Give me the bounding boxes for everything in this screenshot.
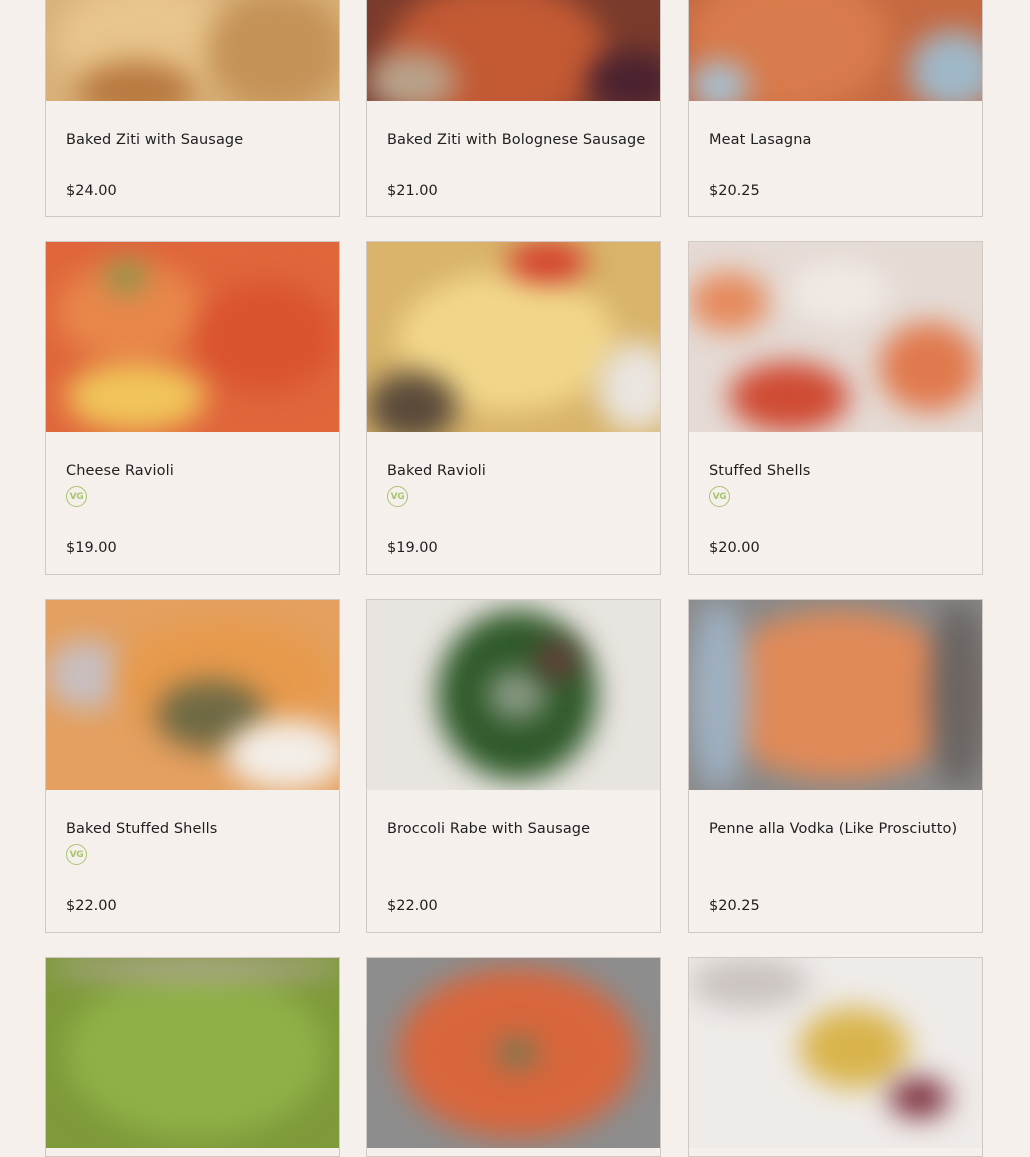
- item-name: Baked Ziti with Bolognese Sausage: [387, 132, 646, 148]
- menu-item-card[interactable]: Baked Stuffed Shells VG $22.00: [45, 599, 340, 933]
- item-price: $22.00: [387, 898, 438, 914]
- cheese-ravioli-photo: [46, 242, 339, 432]
- item-name: Penne alla Vodka (Like Prosciutto): [709, 821, 958, 837]
- lasagna-photo: [689, 0, 982, 101]
- baked-stuffed-shells-photo: [46, 600, 339, 790]
- item-name: Broccoli Rabe with Sausage: [387, 821, 591, 837]
- vegetarian-badge-icon: VG: [66, 844, 87, 865]
- baked-ziti-photo: [46, 0, 339, 101]
- item-price: $20.25: [709, 183, 760, 199]
- menu-item-card[interactable]: Cheese Ravioli VG $19.00: [45, 241, 340, 575]
- pesto-pasta-photo: [46, 958, 339, 1148]
- item-name: Cheese Ravioli: [66, 463, 174, 479]
- item-name: Stuffed Shells: [709, 463, 811, 479]
- stuffed-shells-photo: [689, 242, 982, 432]
- item-name: Baked Ziti with Sausage: [66, 132, 244, 148]
- menu-item-card[interactable]: Meat Lasagna $20.25: [688, 0, 983, 217]
- menu-item-card[interactable]: Broccoli Rabe with Sausage $22.00: [366, 599, 661, 933]
- menu-item-card[interactable]: [688, 957, 983, 1157]
- vegetarian-badge-icon: VG: [66, 486, 87, 507]
- item-name: Baked Ravioli: [387, 463, 486, 479]
- item-name: Baked Stuffed Shells: [66, 821, 218, 837]
- item-price: $19.00: [387, 540, 438, 556]
- menu-item-card[interactable]: Baked Ziti with Bolognese Sausage $21.00: [366, 0, 661, 217]
- red-pasta-photo: [367, 958, 660, 1148]
- item-price: $24.00: [66, 183, 117, 199]
- item-price: $20.00: [709, 540, 760, 556]
- item-price: $22.00: [66, 898, 117, 914]
- bolognese-ziti-photo: [367, 0, 660, 101]
- item-name: Meat Lasagna: [709, 132, 812, 148]
- menu-item-card[interactable]: Baked Ziti with Sausage $24.00: [45, 0, 340, 217]
- broccoli-rabe-photo: [367, 600, 660, 790]
- item-price: $21.00: [387, 183, 438, 199]
- baked-ravioli-photo: [367, 242, 660, 432]
- vegetarian-badge-icon: VG: [709, 486, 730, 507]
- plated-pasta-photo: [689, 958, 982, 1148]
- vegetarian-badge-icon: VG: [387, 486, 408, 507]
- menu-item-card[interactable]: Baked Ravioli VG $19.00: [366, 241, 661, 575]
- item-price: $19.00: [66, 540, 117, 556]
- menu-item-card[interactable]: Stuffed Shells VG $20.00: [688, 241, 983, 575]
- item-price: $20.25: [709, 898, 760, 914]
- menu-item-card[interactable]: Penne alla Vodka (Like Prosciutto) $20.2…: [688, 599, 983, 933]
- menu-item-card[interactable]: [45, 957, 340, 1157]
- menu-item-card[interactable]: [366, 957, 661, 1157]
- penne-vodka-photo: [689, 600, 982, 790]
